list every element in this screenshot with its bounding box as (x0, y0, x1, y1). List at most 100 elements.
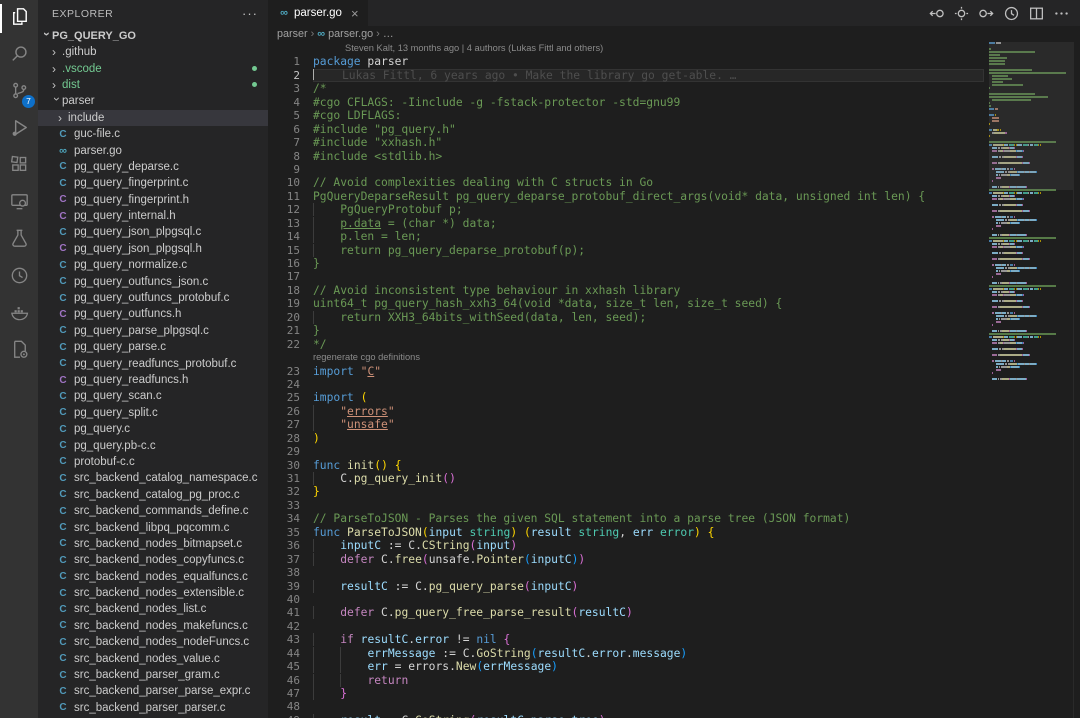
minimap-line (989, 360, 1073, 362)
line-number: 24 (268, 378, 313, 391)
activity-item-docker[interactable] (0, 296, 38, 333)
minimap-slider[interactable] (989, 42, 1073, 190)
code-line-text: uint64_t pg_query_hash_xxh3_64(void *dat… (313, 297, 984, 310)
tree-file-src_backend_libpq_pqcomm.c[interactable]: Csrc_backend_libpq_pqcomm.c (38, 519, 268, 535)
tree-file-pg_query_parse.c[interactable]: Cpg_query_parse.c (38, 339, 268, 355)
tab-parser-go[interactable]: ∞ parser.go × (268, 0, 368, 26)
gitlens-icon (8, 264, 31, 292)
line-number: 38 (268, 566, 313, 579)
minimap-line (989, 300, 1073, 302)
split-editor-icon[interactable] (1028, 5, 1045, 22)
tree-file-src_backend_parser_parse_expr.c[interactable]: Csrc_backend_parser_parse_expr.c (38, 683, 268, 699)
activity-item-run-and-debug[interactable] (0, 111, 38, 148)
tree-file-src_backend_parser_parser.c[interactable]: Csrc_backend_parser_parser.c (38, 700, 268, 716)
minimap-line (989, 210, 1073, 212)
open-next-change-icon[interactable] (978, 5, 995, 22)
tree-file-pg_query_fingerprint.h[interactable]: Cpg_query_fingerprint.h (38, 192, 268, 208)
tree-file-pg_query.pb-c.c[interactable]: Cpg_query.pb-c.c (38, 437, 268, 453)
file-history-icon[interactable] (1003, 5, 1020, 22)
breadcrumb-item[interactable]: parser.go (328, 28, 373, 40)
tree-file-pg_query_json_plpgsql.h[interactable]: Cpg_query_json_plpgsql.h (38, 241, 268, 257)
tree-file-guc-file.c[interactable]: Cguc-file.c (38, 126, 268, 142)
tree-file-src_backend_commands_define.c[interactable]: Csrc_backend_commands_define.c (38, 503, 268, 519)
code-line-9: 9 (268, 163, 984, 176)
minimap-line (989, 249, 1073, 251)
tree-file-src_backend_catalog_namespace.c[interactable]: Csrc_backend_catalog_namespace.c (38, 470, 268, 486)
code-line-43: 43 if resultC.error != nil { (268, 633, 984, 646)
tree-file-pg_query_split.c[interactable]: Cpg_query_split.c (38, 405, 268, 421)
tree-file-protobuf-c.c[interactable]: Cprotobuf-c.c (38, 454, 268, 470)
tree-folder-.github[interactable]: ›.github (38, 44, 268, 60)
explorer-more-actions-icon[interactable]: ··· (242, 6, 258, 21)
minimap-line (989, 285, 1073, 287)
code-line-text: } (313, 485, 984, 498)
minimap[interactable] (989, 42, 1073, 718)
more-actions-icon[interactable] (1053, 5, 1070, 22)
tree-file-src_backend_nodes_equalfuncs.c[interactable]: Csrc_backend_nodes_equalfuncs.c (38, 569, 268, 585)
explorer-sidebar: EXPLORER ··· › PG_QUERY_GO ›.github›.vsc… (38, 0, 268, 718)
tree-file-src_backend_nodes_copyfuncs.c[interactable]: Csrc_backend_nodes_copyfuncs.c (38, 552, 268, 568)
explorer-root-folder[interactable]: › PG_QUERY_GO (38, 27, 268, 44)
tree-file-pg_query_json_plpgsql.c[interactable]: Cpg_query_json_plpgsql.c (38, 224, 268, 240)
tree-file-src_backend_nodes_extensible.c[interactable]: Csrc_backend_nodes_extensible.c (38, 585, 268, 601)
tree-file-pg_query_readfuncs.h[interactable]: Cpg_query_readfuncs.h (38, 372, 268, 388)
activity-item-search[interactable] (0, 37, 38, 74)
tree-file-pg_query_internal.h[interactable]: Cpg_query_internal.h (38, 208, 268, 224)
tree-file-src_backend_nodes_nodeFuncs.c[interactable]: Csrc_backend_nodes_nodeFuncs.c (38, 634, 268, 650)
c-file-icon: C (56, 637, 70, 648)
tree-file-src_backend_nodes_bitmapset.c[interactable]: Csrc_backend_nodes_bitmapset.c (38, 536, 268, 552)
tree-file-pg_query_deparse.c[interactable]: Cpg_query_deparse.c (38, 159, 268, 175)
tree-file-pg_query.c[interactable]: Cpg_query.c (38, 421, 268, 437)
tree-file-pg_query_outfuncs.h[interactable]: Cpg_query_outfuncs.h (38, 306, 268, 322)
code-line-4: 4#cgo CFLAGS: -Iinclude -g -fstack-prote… (268, 96, 984, 109)
text-cursor (313, 69, 314, 80)
activity-item-testing[interactable] (0, 222, 38, 259)
activity-item-gitlens[interactable] (0, 259, 38, 296)
line-number: 48 (268, 700, 313, 713)
tree-file-pg_query_scan.c[interactable]: Cpg_query_scan.c (38, 388, 268, 404)
tree-file-pg_query_fingerprint.c[interactable]: Cpg_query_fingerprint.c (38, 175, 268, 191)
codelens-link[interactable]: Steven Kalt, 13 months ago | 4 authors (… (345, 43, 603, 53)
tree-file-pg_query_readfuncs_protobuf.c[interactable]: Cpg_query_readfuncs_protobuf.c (38, 355, 268, 371)
code-line-28: 28) (268, 432, 984, 445)
breadcrumb-item[interactable]: parser (277, 28, 308, 40)
tree-file-src_backend_parser_gram.c[interactable]: Csrc_backend_parser_gram.c (38, 667, 268, 683)
open-previous-change-icon[interactable] (928, 5, 945, 22)
c-file-icon: C (56, 178, 70, 189)
tree-folder-dist[interactable]: ›dist (38, 77, 268, 93)
tree-file-src_backend_nodes_value.c[interactable]: Csrc_backend_nodes_value.c (38, 650, 268, 666)
tree-file-pg_query_outfuncs_protobuf.c[interactable]: Cpg_query_outfuncs_protobuf.c (38, 290, 268, 306)
activity-item-extensions[interactable] (0, 148, 38, 185)
code-line-text: ) (313, 432, 984, 445)
breadcrumb-separator-icon: › (311, 28, 315, 40)
code-line-text: */ (313, 338, 984, 351)
activity-item-explorer[interactable] (0, 0, 38, 37)
tree-file-pg_query_parse_plpgsql.c[interactable]: Cpg_query_parse_plpgsql.c (38, 323, 268, 339)
tree-file-pg_query_outfuncs_json.c[interactable]: Cpg_query_outfuncs_json.c (38, 273, 268, 289)
tab-close-icon[interactable]: × (351, 7, 359, 20)
code-editor[interactable]: Steven Kalt, 13 months ago | 4 authors (… (268, 42, 984, 718)
activity-item-project-manager[interactable] (0, 333, 38, 370)
activity-item-remote-explorer[interactable] (0, 185, 38, 222)
code-line-3: 3/* (268, 82, 984, 95)
tree-file-parser.go[interactable]: ∞parser.go (38, 142, 268, 158)
code-line-text: import ( (313, 391, 984, 404)
tree-file-src_backend_catalog_pg_proc.c[interactable]: Csrc_backend_catalog_pg_proc.c (38, 487, 268, 503)
chevron-down-icon: › (42, 32, 52, 42)
breadcrumb-item[interactable]: … (383, 28, 394, 40)
vertical-scrollbar[interactable] (1073, 42, 1080, 718)
minimap-line (989, 321, 1073, 323)
c-file-icon: C (56, 161, 70, 172)
tree-folder-include[interactable]: ›include (38, 110, 268, 126)
chevron-right-icon: › (52, 80, 62, 90)
line-number: 44 (268, 647, 313, 660)
line-number: 6 (268, 123, 313, 136)
tree-file-src_backend_nodes_list.c[interactable]: Csrc_backend_nodes_list.c (38, 601, 268, 617)
tree-folder-.vscode[interactable]: ›.vscode (38, 60, 268, 76)
tree-file-pg_query_normalize.c[interactable]: Cpg_query_normalize.c (38, 257, 268, 273)
codelens-link[interactable]: regenerate cgo definitions (313, 352, 420, 362)
tree-file-src_backend_nodes_makefuncs.c[interactable]: Csrc_backend_nodes_makefuncs.c (38, 618, 268, 634)
open-changes-icon[interactable] (953, 5, 970, 22)
tree-folder-parser[interactable]: ›parser (38, 93, 268, 109)
activity-item-source-control[interactable]: 7 (0, 74, 38, 111)
